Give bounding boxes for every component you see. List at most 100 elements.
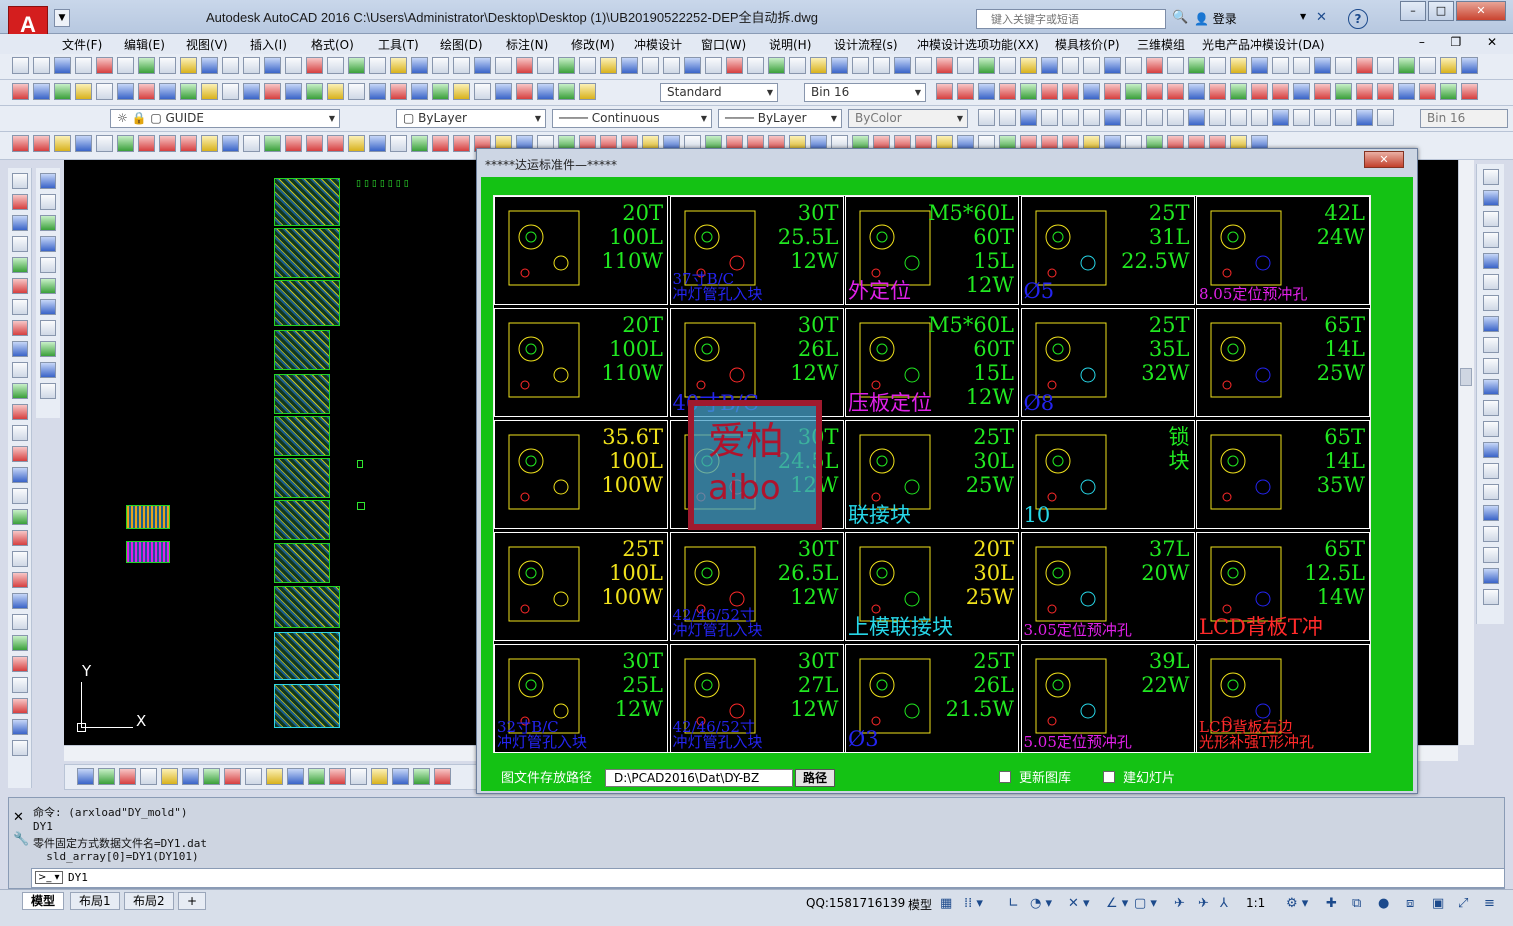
toolbar-tool-icon[interactable] xyxy=(138,83,155,100)
toolbar-tool-icon[interactable] xyxy=(747,57,764,74)
part-cell[interactable]: 20T 30L 25W 上模联接块 xyxy=(845,532,1019,641)
toolbar-tool-icon[interactable] xyxy=(54,135,71,152)
side-tool-icon[interactable] xyxy=(1482,589,1499,605)
toolbar-tool-icon[interactable] xyxy=(1167,109,1184,126)
side-tool-icon[interactable] xyxy=(40,215,56,231)
toolbar-tool-icon[interactable] xyxy=(726,57,743,74)
side-tool-icon[interactable] xyxy=(1482,316,1499,332)
toolbar-tool-icon[interactable] xyxy=(1377,57,1394,74)
toolbar-tool-icon[interactable] xyxy=(516,83,533,100)
part-cell[interactable]: 39L 22W 5.05定位预冲孔 xyxy=(1020,644,1195,753)
drawing-thumbnail[interactable] xyxy=(274,586,340,628)
toolbar-tool-icon[interactable] xyxy=(537,57,554,74)
toolbar-tool-icon[interactable] xyxy=(182,768,199,785)
toolbar-tool-icon[interactable] xyxy=(1125,109,1142,126)
mdi-window-controls[interactable]: – ❐ ✕ xyxy=(1419,35,1503,49)
otrack-icon[interactable]: ∠ ▾ xyxy=(1106,896,1128,911)
toolbar-tool-icon[interactable] xyxy=(243,135,260,152)
plus-icon[interactable]: ✚ xyxy=(1326,896,1337,911)
add-layout-button[interactable]: + xyxy=(178,892,207,910)
toolbar-tool-icon[interactable] xyxy=(1440,57,1457,74)
side-tool-icon[interactable] xyxy=(11,236,28,252)
side-tool-icon[interactable] xyxy=(40,236,56,252)
side-tool-icon[interactable] xyxy=(11,362,28,378)
drawing-thumbnail[interactable] xyxy=(126,505,170,529)
side-tool-icon[interactable] xyxy=(1482,190,1499,206)
toolbar-tool-icon[interactable] xyxy=(33,57,50,74)
toolbar-tool-icon[interactable] xyxy=(684,57,701,74)
side-tool-icon[interactable] xyxy=(11,467,28,483)
toolbar-tool-icon[interactable] xyxy=(831,57,848,74)
menu-item-13[interactable]: 冲模设计选项功能(XX) xyxy=(917,36,1039,53)
toolbar-tool-icon[interactable] xyxy=(159,83,176,100)
toolbar-tool-icon[interactable] xyxy=(1461,83,1478,100)
dialog-close-button[interactable]: ✕ xyxy=(1364,151,1404,168)
toolbar-tool-icon[interactable] xyxy=(327,135,344,152)
toolbar-tool-icon[interactable] xyxy=(432,83,449,100)
menu-item-5[interactable]: 工具(T) xyxy=(378,36,419,53)
toolbar-tool-icon[interactable] xyxy=(96,83,113,100)
toolbar-tool-icon[interactable] xyxy=(1146,83,1163,100)
toolbar-tool-icon[interactable] xyxy=(245,768,262,785)
toolbar-tool-icon[interactable] xyxy=(1062,83,1079,100)
part-cell[interactable]: 25T 30L 25W 联接块 xyxy=(845,420,1019,529)
toolbar-tool-icon[interactable] xyxy=(1104,57,1121,74)
toolbar-tool-icon[interactable] xyxy=(1167,57,1184,74)
vertical-scroll-thumb[interactable] xyxy=(1460,368,1472,386)
command-prompt-icon[interactable]: >_ ▾ xyxy=(35,871,63,884)
toolbar-tool-icon[interactable] xyxy=(1188,83,1205,100)
side-tool-icon[interactable] xyxy=(11,677,28,693)
search-input[interactable] xyxy=(976,9,1166,29)
drawing-thumbnail[interactable] xyxy=(274,374,330,414)
side-tool-icon[interactable] xyxy=(1482,379,1499,395)
menu-item-0[interactable]: 文件(F) xyxy=(62,36,102,53)
tab-model[interactable]: 模型 xyxy=(22,892,65,910)
side-tool-icon[interactable] xyxy=(11,698,28,714)
side-tool-icon[interactable] xyxy=(11,320,28,336)
side-tool-icon[interactable] xyxy=(1482,442,1499,458)
toolbar-tool-icon[interactable] xyxy=(1293,83,1310,100)
toolbar-tool-icon[interactable] xyxy=(75,135,92,152)
hardware-acceleration-icon[interactable]: ● xyxy=(1378,896,1389,911)
menu-item-4[interactable]: 格式(O) xyxy=(311,36,354,53)
menu-item-14[interactable]: 模具核价(P) xyxy=(1055,36,1120,53)
side-tool-icon[interactable] xyxy=(1482,274,1499,290)
side-tool-icon[interactable] xyxy=(11,299,28,315)
toolbar-tool-icon[interactable] xyxy=(96,57,113,74)
toolbar-tool-icon[interactable] xyxy=(1272,57,1289,74)
side-tool-icon[interactable] xyxy=(11,194,28,210)
close-button[interactable]: ✕ xyxy=(1456,1,1506,21)
toolbar-tool-icon[interactable] xyxy=(1293,57,1310,74)
toolbar-tool-icon[interactable] xyxy=(75,83,92,100)
toolbar-tool-icon[interactable] xyxy=(306,57,323,74)
side-tool-icon[interactable] xyxy=(11,635,28,651)
part-cell[interactable]: 35.6T 100L 100W xyxy=(494,420,668,529)
toolbar-tool-icon[interactable] xyxy=(1314,109,1331,126)
side-tool-icon[interactable] xyxy=(11,383,28,399)
toolbar-tool-icon[interactable] xyxy=(434,768,451,785)
side-tool-icon[interactable] xyxy=(40,362,56,378)
text-style-combo[interactable]: Standard ▼ xyxy=(660,83,778,102)
toolbar-tool-icon[interactable] xyxy=(978,109,995,126)
side-tool-icon[interactable] xyxy=(11,341,28,357)
toolbar-tool-icon[interactable] xyxy=(180,57,197,74)
side-tool-icon[interactable] xyxy=(11,509,28,525)
toolbar-tool-icon[interactable] xyxy=(705,57,722,74)
drawing-thumbnail[interactable] xyxy=(274,330,330,370)
toolbar-tool-icon[interactable] xyxy=(1461,57,1478,74)
toolbar-tool-icon[interactable] xyxy=(243,57,260,74)
side-tool-icon[interactable] xyxy=(1482,421,1499,437)
toolbar-tool-icon[interactable] xyxy=(789,57,806,74)
toolbar-tool-icon[interactable] xyxy=(329,768,346,785)
menu-item-2[interactable]: 视图(V) xyxy=(186,36,228,53)
toolbar-tool-icon[interactable] xyxy=(1041,57,1058,74)
menu-item-11[interactable]: 说明(H) xyxy=(769,36,811,53)
toolbar-tool-icon[interactable] xyxy=(159,57,176,74)
linetype-combo[interactable]: ──── Continuous ▼ xyxy=(552,109,712,128)
toolbar-tool-icon[interactable] xyxy=(75,57,92,74)
toolbar-tool-icon[interactable] xyxy=(1209,83,1226,100)
part-cell[interactable]: 25T 31L 22.5W Ø5 xyxy=(1020,196,1195,305)
toolbar-tool-icon[interactable] xyxy=(33,135,50,152)
toolbar-tool-icon[interactable] xyxy=(453,57,470,74)
toolbar-tool-icon[interactable] xyxy=(1083,83,1100,100)
